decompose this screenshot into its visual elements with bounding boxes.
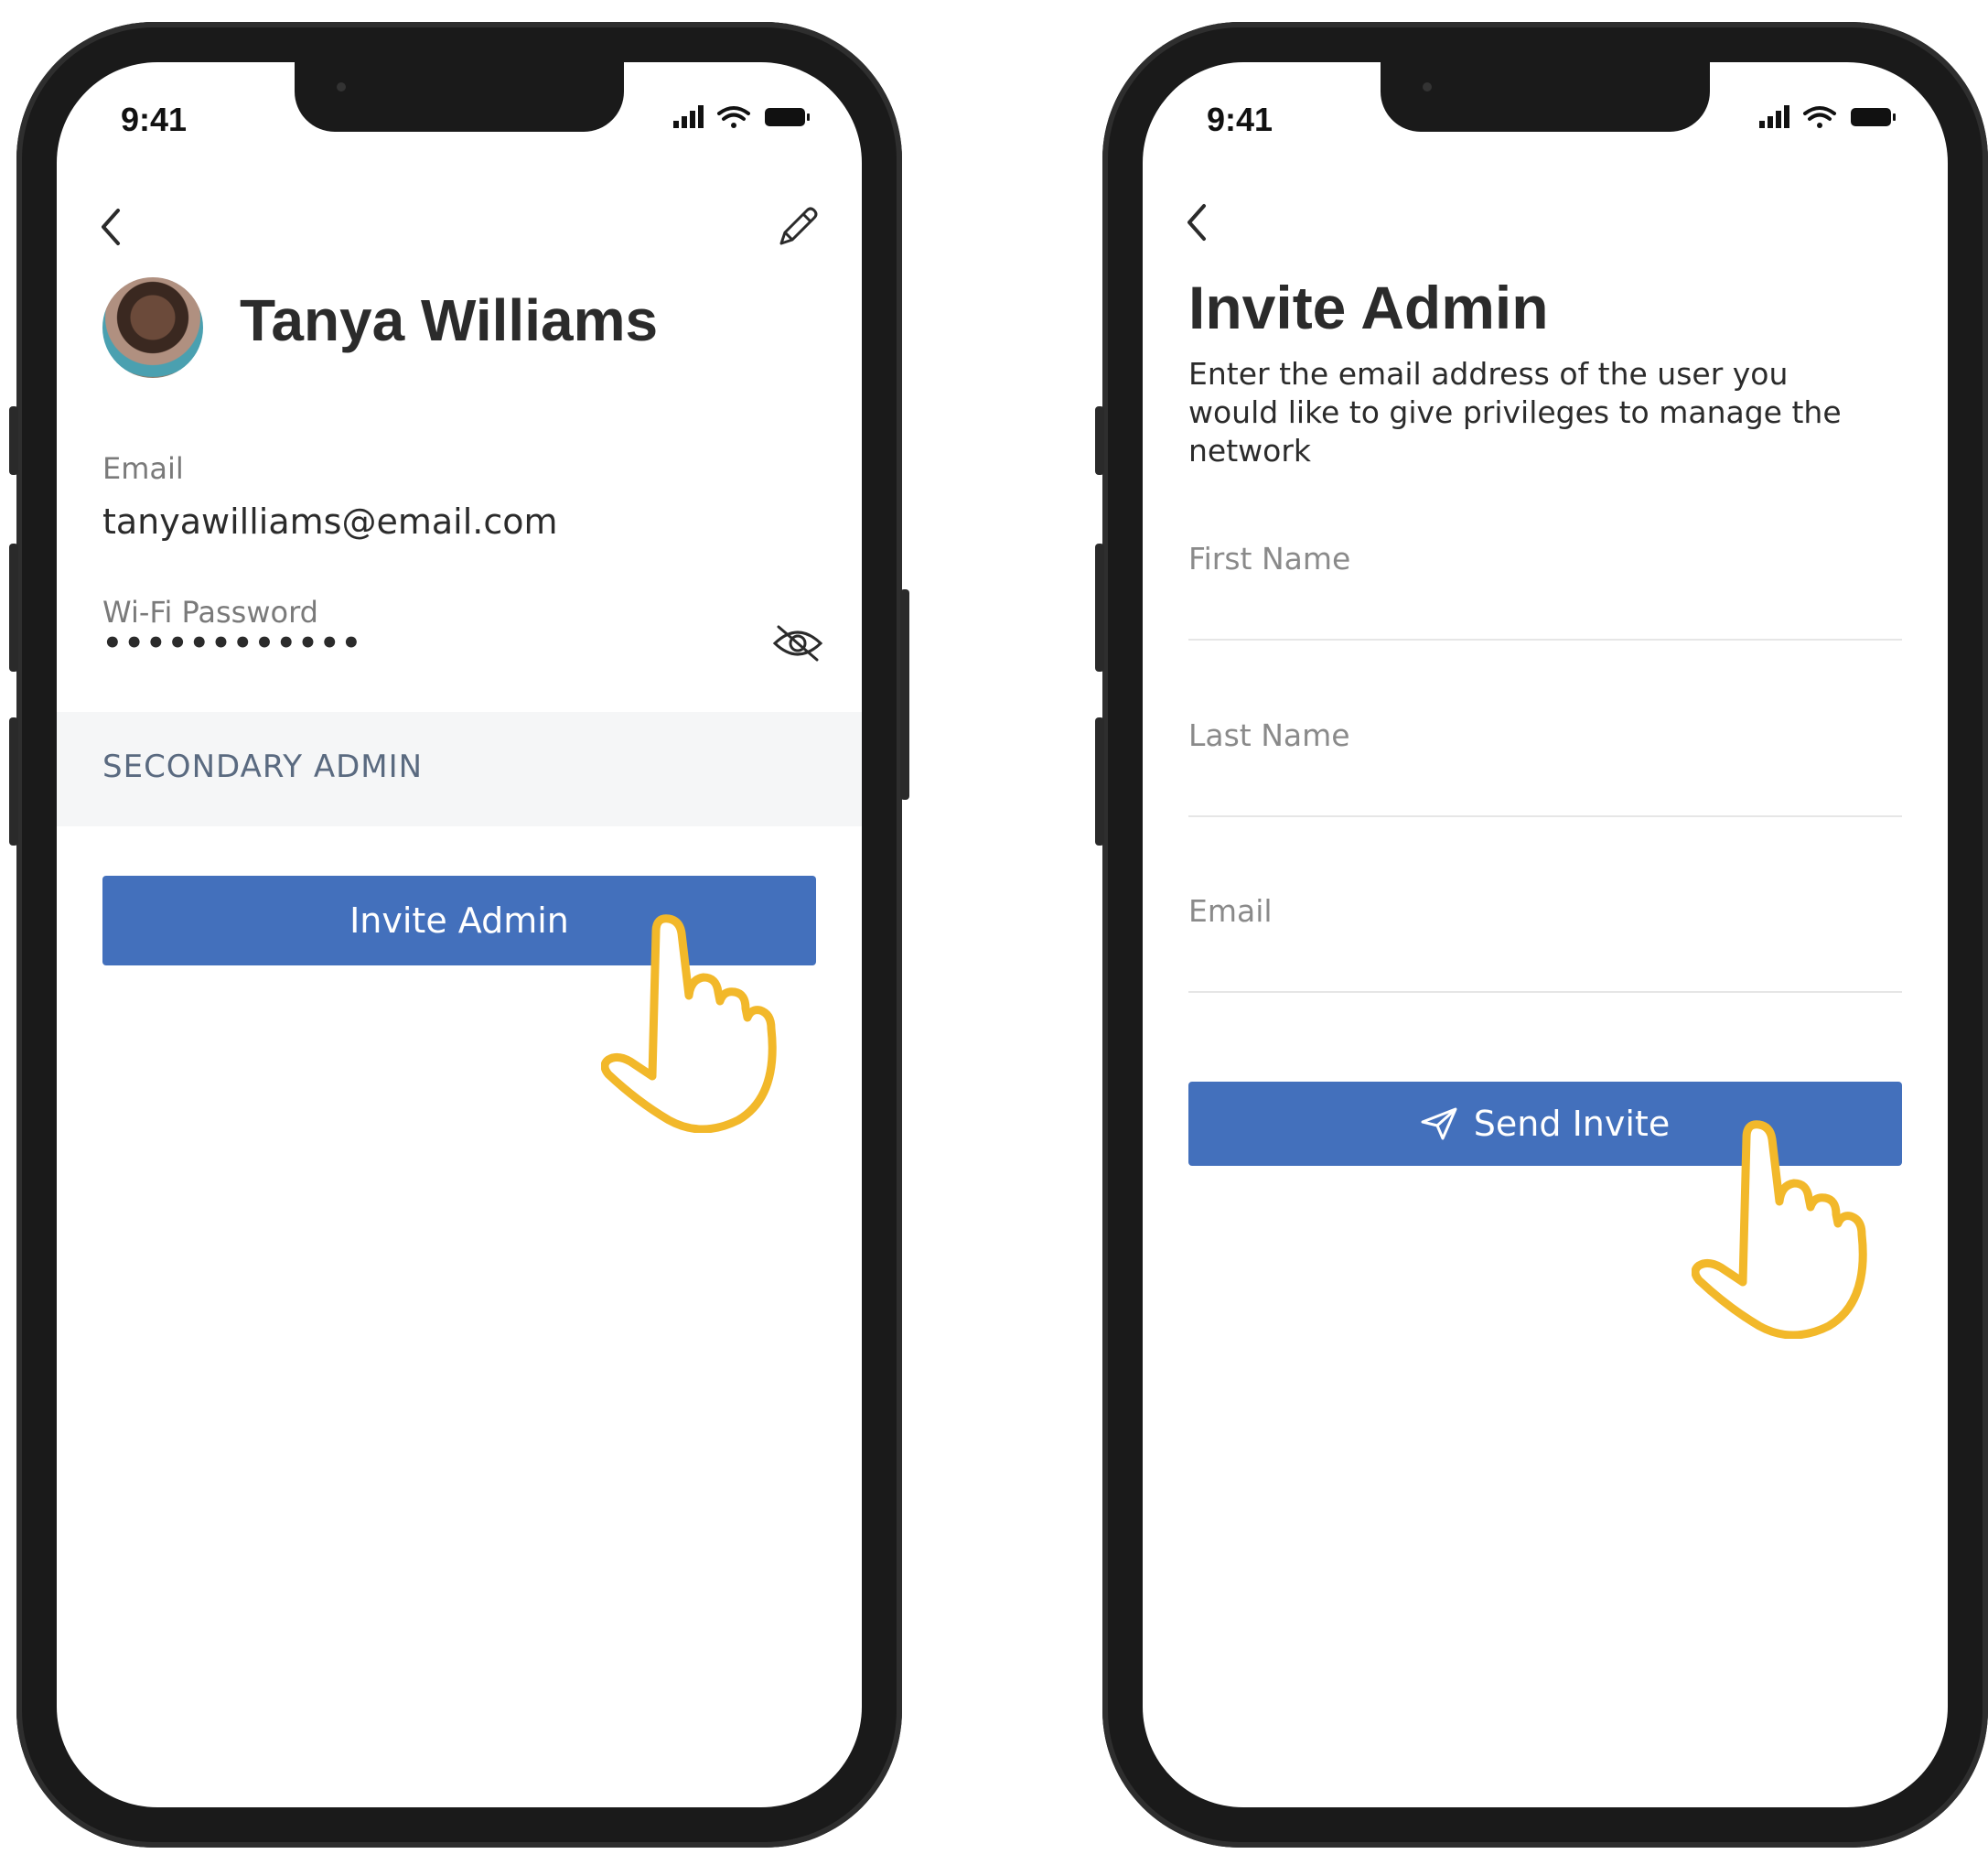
edit-button[interactable] (770, 199, 825, 254)
wifi-password-value: •••••••••••• (102, 625, 363, 662)
email-input[interactable] (1188, 942, 1902, 984)
first-name-field[interactable]: First Name (1188, 534, 1902, 641)
tap-hand-icon (601, 914, 777, 1133)
wifi-icon (717, 106, 750, 128)
edit-pencil-icon (779, 207, 818, 245)
battery-icon (765, 108, 810, 126)
tap-hand-icon (1692, 1120, 1867, 1339)
phone-frame-right: 9:41 Invite Admin Enter the email addres… (1095, 22, 1988, 1848)
mute-switch (9, 406, 18, 475)
send-invite-button-label: Send Invite (1473, 1104, 1671, 1144)
email-value: tanyawilliams@email.com (102, 501, 558, 542)
eye-off-icon (772, 625, 823, 662)
volume-down-button (9, 717, 18, 846)
notch (295, 62, 624, 132)
send-plane-icon (1421, 1107, 1457, 1140)
volume-up-button (1095, 544, 1104, 672)
front-camera (1423, 82, 1432, 92)
status-time: 9:41 (1207, 101, 1273, 138)
volume-up-button (9, 544, 18, 672)
profile-screen: 9:41 Tanya Williams Email tanyawilliams@… (57, 62, 862, 1807)
notch (1381, 62, 1710, 132)
profile-name: Tanya Williams (240, 287, 659, 353)
email-field[interactable]: Email (1188, 886, 1902, 993)
secondary-admin-section: SECONDARY ADMIN (57, 712, 862, 826)
toggle-password-visibility-button[interactable] (770, 616, 825, 671)
first-name-input[interactable] (1188, 589, 1902, 631)
status-icons (673, 105, 810, 128)
page-description: Enter the email address of the user you … (1188, 356, 1842, 469)
section-title: SECONDARY ADMIN (102, 749, 424, 785)
power-button (900, 589, 909, 800)
signal-icon (673, 105, 704, 128)
wifi-icon (1803, 106, 1836, 128)
invite-admin-screen: 9:41 Invite Admin Enter the email addres… (1143, 62, 1948, 1807)
volume-down-button (1095, 717, 1104, 846)
first-name-label: First Name (1188, 541, 1351, 577)
front-camera (337, 82, 346, 92)
last-name-label: Last Name (1188, 717, 1350, 753)
back-chevron-icon (1187, 204, 1206, 241)
back-chevron-icon (102, 209, 120, 245)
page-title: Invite Admin (1188, 274, 1549, 341)
signal-icon (1759, 105, 1789, 128)
back-button[interactable] (84, 199, 139, 254)
phone-frame-left: 9:41 Tanya Williams Email tanyawilliams@… (9, 22, 909, 1848)
last-name-input[interactable] (1188, 766, 1902, 808)
battery-icon (1851, 108, 1896, 126)
status-time: 9:41 (121, 101, 188, 138)
status-icons (1759, 105, 1896, 128)
avatar (102, 277, 203, 378)
back-button[interactable] (1170, 195, 1225, 250)
invite-admin-button-label: Invite Admin (349, 900, 569, 941)
mute-switch (1095, 406, 1104, 475)
last-name-field[interactable]: Last Name (1188, 710, 1902, 817)
email-label: Email (1188, 893, 1273, 929)
email-label: Email (102, 451, 184, 486)
